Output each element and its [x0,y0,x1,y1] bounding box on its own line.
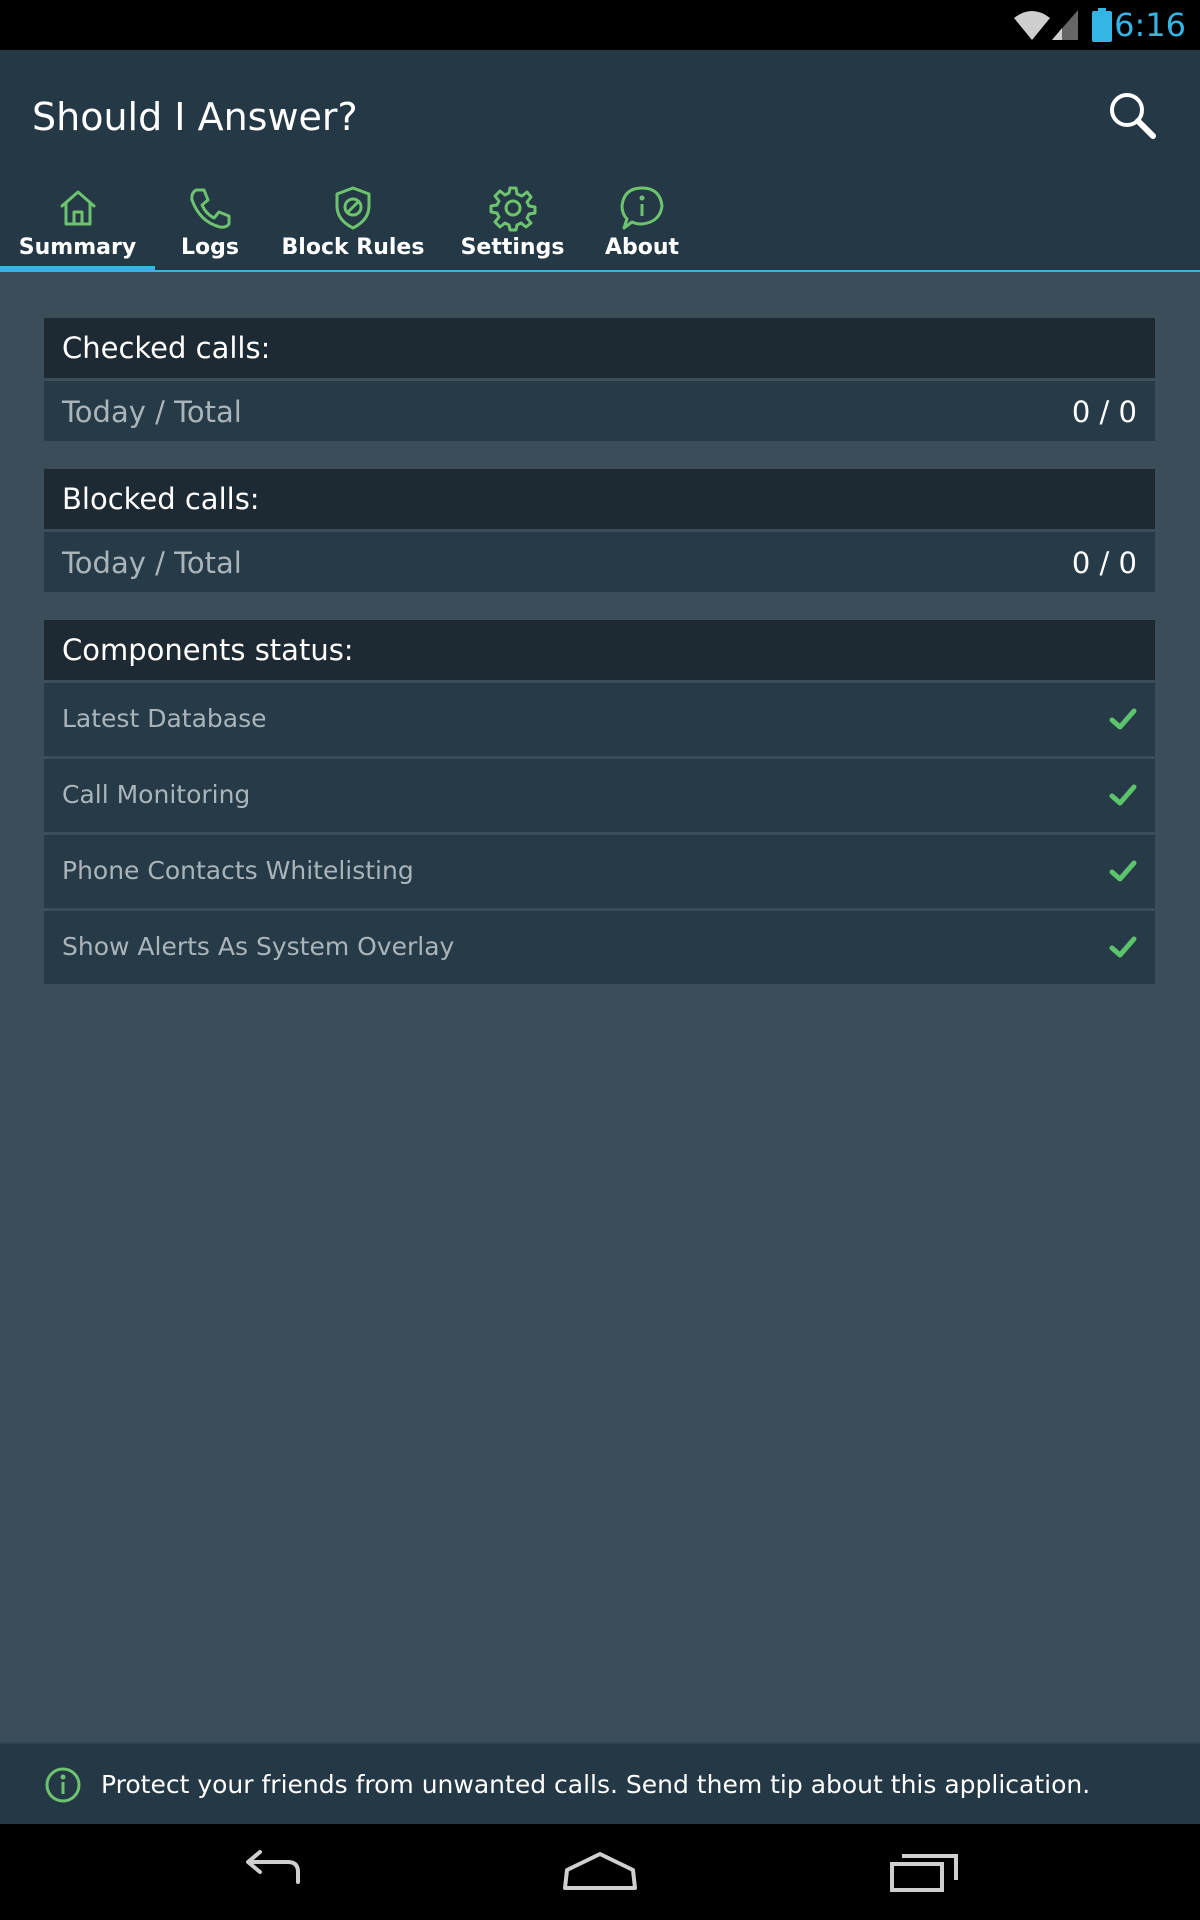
tab-block-rules[interactable]: Block Rules [278,176,428,270]
wifi-icon [1014,11,1050,40]
info-icon [45,1767,81,1803]
component-label: Phone Contacts Whitelisting [62,856,414,885]
component-label: Show Alerts As System Overlay [62,932,455,961]
component-row-contacts-whitelisting: Phone Contacts Whitelisting [44,835,1155,908]
battery-icon [1092,8,1112,42]
app-bar: Should I Answer? Summary Logs Block Rule… [0,50,1200,271]
check-icon [1109,860,1137,882]
status-clock: 6:16 [1114,6,1186,44]
shield-icon [335,186,371,230]
tip-banner[interactable]: Protect your friends from unwanted calls… [0,1742,1200,1826]
signal-icon [1052,10,1078,40]
home-icon[interactable] [555,1842,645,1902]
tab-label: Logs [181,235,239,260]
component-label: Latest Database [62,704,267,733]
checked-calls-label: Today / Total [62,395,242,429]
tab-summary[interactable]: Summary [0,176,155,270]
search-icon[interactable] [1105,88,1161,144]
components-status-header: Components status: [44,620,1155,680]
recent-apps-icon[interactable] [880,1842,970,1902]
tab-label: Block Rules [281,235,425,260]
checked-calls-value: 0 / 0 [1071,395,1137,429]
selected-tab-indicator [0,266,155,271]
phone-icon [190,188,231,229]
checked-calls-title: Checked calls: [62,331,271,365]
check-icon [1109,708,1137,730]
blocked-calls-label: Today / Total [62,546,242,580]
status-bar: 6:16 [0,0,1200,50]
checked-calls-header: Checked calls: [44,318,1155,378]
home-icon [60,190,95,226]
tab-label: Summary [18,235,137,260]
system-nav-bar [0,1824,1200,1920]
tab-divider [0,270,1200,272]
tab-settings[interactable]: Settings [450,176,575,270]
component-row-call-monitoring: Call Monitoring [44,759,1155,832]
app-title: Should I Answer? [32,95,358,139]
component-row-system-overlay: Show Alerts As System Overlay [44,911,1155,984]
tab-label: About [604,235,680,260]
check-icon [1109,936,1137,958]
blocked-calls-value: 0 / 0 [1071,546,1137,580]
back-icon[interactable] [230,1842,320,1902]
component-row-latest-database: Latest Database [44,683,1155,756]
tab-about[interactable]: About [598,176,686,270]
tab-label: Settings [460,235,565,260]
tip-text: Protect your friends from unwanted calls… [101,1770,1091,1799]
blocked-calls-row: Today / Total 0 / 0 [44,532,1155,592]
blocked-calls-title: Blocked calls: [62,482,260,516]
component-label: Call Monitoring [62,780,251,809]
checked-calls-row: Today / Total 0 / 0 [44,381,1155,441]
blocked-calls-header: Blocked calls: [44,469,1155,529]
check-icon [1109,784,1137,806]
info-icon [620,186,664,230]
gear-icon [489,186,536,232]
components-status-title: Components status: [62,633,354,667]
tab-logs[interactable]: Logs [160,176,260,270]
